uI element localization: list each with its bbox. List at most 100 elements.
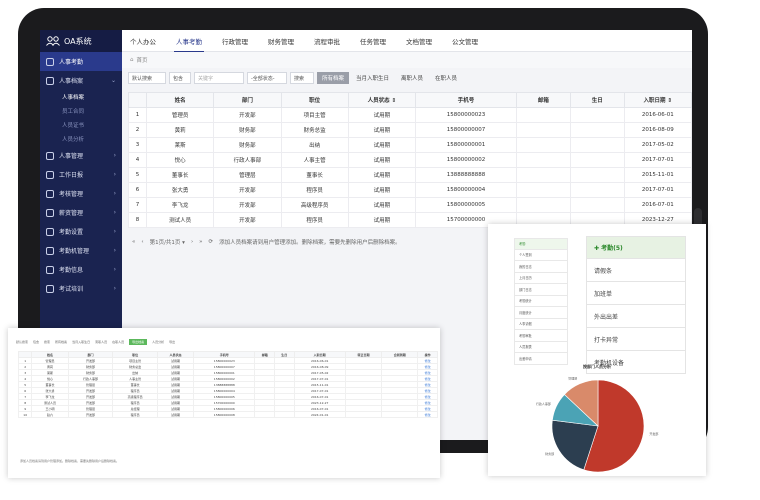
card-a-toolbar-item[interactable]: 离职人员	[95, 340, 107, 344]
column-header[interactable]: 部门	[213, 92, 282, 108]
tab-employed[interactable]: 在职人员	[430, 72, 462, 84]
card-a-toolbar-item[interactable]: 在职人员	[112, 340, 124, 344]
column-header[interactable]: 职位	[280, 92, 349, 108]
table-row[interactable]: 5 董事长 管理层 董事长 试用期 13888888888 2015-11-01	[128, 167, 692, 183]
sidebar-item-label: 考勤设置	[59, 229, 84, 236]
breadcrumb-home[interactable]: 首页	[137, 56, 148, 64]
right-menu-item[interactable]: ✚ 考勤(5)	[586, 236, 686, 259]
stage: OA系统 人事考勤 人事档案 ⌄ 人事档案 员工合同 人员证书 人员分析 人事管理…	[0, 0, 760, 500]
right-menu-item[interactable]: 加班单	[586, 282, 686, 305]
right-menu-item[interactable]: 考勤机设备	[586, 351, 686, 374]
right-menu-item[interactable]: 外出出差	[586, 305, 686, 328]
sidebar-item-hr[interactable]: 人事管理 ›	[40, 146, 122, 165]
column-header[interactable]: 姓名	[145, 92, 215, 108]
sidebar-item-attendance-info[interactable]: 考勤信息 ›	[40, 260, 122, 279]
left-menu-item[interactable]: 个人签到	[514, 249, 568, 261]
sidebar-sub-certificate[interactable]: 人员证书	[40, 118, 122, 132]
refresh-icon[interactable]: ⟳	[209, 239, 214, 245]
last-page-button[interactable]: »	[199, 239, 202, 245]
sidebar-item-exams[interactable]: 考试培训 ›	[40, 279, 122, 298]
sidebar-sub-archive[interactable]: 人事档案	[40, 90, 122, 104]
sidebar-item-label: 人事管理	[59, 153, 84, 160]
sidebar-item-salary[interactable]: 薪资管理 ›	[40, 203, 122, 222]
tab-approval[interactable]: 流程审批	[314, 36, 340, 46]
tab-admin[interactable]: 行政管理	[222, 36, 248, 46]
sidebar-item-daily[interactable]: 工作日报 ›	[40, 165, 122, 184]
sidebar-item-attendance-settings[interactable]: 考勤设置 ›	[40, 222, 122, 241]
card-a-toolbar: 默认搜索 包含 搜索 所有档案 当月入职生日 离职人员 在职人员 导出档案 人员分析 导出	[16, 338, 432, 346]
home-icon[interactable]: ⌂	[130, 57, 134, 63]
card-a-toolbar-item[interactable]: 导出	[169, 340, 175, 344]
left-menu-item[interactable]: 月度统计	[514, 307, 568, 319]
tab-tasks[interactable]: 任务管理	[360, 36, 386, 46]
table-cell: 15800000004	[415, 182, 517, 198]
sidebar-item-attendance[interactable]: 人事考勤	[40, 52, 122, 71]
table-cell	[569, 122, 625, 138]
sidebar-item-review[interactable]: 考核管理 ›	[40, 184, 122, 203]
tab-month-birthday[interactable]: 当月入职生日	[351, 72, 394, 84]
table-row[interactable]: 10 赵六 开发部 程序员 试用期 15800000008 2024-01-01 修改	[17, 411, 438, 418]
sidebar-item-archives[interactable]: 人事档案 ⌄	[40, 71, 122, 90]
tab-resigned[interactable]: 离职人员	[396, 72, 428, 84]
tab-documents[interactable]: 文档管理	[406, 36, 432, 46]
card-a-toolbar-item[interactable]: 人员分析	[152, 340, 164, 344]
column-header[interactable]: 人员状态 ⇕	[347, 92, 417, 108]
right-menu-item[interactable]: 请假条	[586, 259, 686, 282]
card-a-toolbar-item[interactable]: 包含	[33, 340, 39, 344]
left-menu-item[interactable]: 考勤	[514, 238, 568, 250]
top-navigation: 个人办公 人事考勤 行政管理 财务管理 流程审批 任务管理 文档管理 公文管理	[122, 30, 692, 53]
app-brand[interactable]: OA系统	[40, 30, 122, 52]
edit-link[interactable]: 修改	[417, 411, 438, 418]
left-menu-item[interactable]: 人员报表	[514, 341, 568, 353]
sidebar-sub-contract[interactable]: 员工合同	[40, 104, 122, 118]
sidebar-item-label: 工作日报	[59, 172, 84, 179]
table-cell: 试用期	[347, 152, 417, 168]
prev-page-button[interactable]: ‹	[141, 239, 143, 245]
table-row[interactable]: 7 李飞龙 开发部 高级程序员 试用期 15800000005 2016-07-01	[128, 197, 692, 213]
left-menu-item[interactable]: 上月日历	[514, 272, 568, 284]
table-row[interactable]: 4 悦心 行政人事部 人事主管 试用期 15800000002 2017-07-01	[128, 152, 692, 168]
column-header[interactable]	[128, 92, 147, 108]
tab-official[interactable]: 公文管理	[452, 36, 478, 46]
card-a-toolbar-item[interactable]: 当月入职生日	[72, 340, 90, 344]
column-header[interactable]: 手机号	[415, 92, 517, 108]
column-header[interactable]: 入职日期 ⇕	[623, 92, 692, 108]
tab-all-archives[interactable]: 所有档案	[317, 72, 350, 84]
left-menu-item[interactable]: 人事请假	[514, 318, 568, 330]
table-row[interactable]: 3 莱斯 财务部 出纳 试用期 15800000001 2017-05-02	[128, 137, 692, 153]
left-menu-item[interactable]: 考勤审批	[514, 330, 568, 342]
tab-hr-attendance[interactable]: 人事考勤	[174, 36, 204, 53]
search-field-select[interactable]: 默认搜索	[128, 72, 166, 84]
table-cell: 8	[128, 212, 147, 228]
search-button[interactable]: 搜索	[290, 72, 314, 84]
column-header[interactable]: 邮箱	[515, 92, 571, 108]
tab-personal[interactable]: 个人办公	[130, 36, 156, 46]
match-mode-select[interactable]: 包含	[169, 72, 191, 84]
sidebar-item-label: 考勤机管理	[59, 248, 90, 255]
left-menu-item[interactable]: 考勤统计	[514, 295, 568, 307]
keyword-input[interactable]: 关键字	[194, 72, 244, 84]
table-row[interactable]: 2 黄莉 财务部 财务总监 试用期 15800000007 2016-08-09	[128, 122, 692, 138]
card-a-toolbar-item[interactable]: 导出档案	[129, 339, 148, 345]
card-a-toolbar-item[interactable]: 所有档案	[55, 340, 67, 344]
first-page-button[interactable]: «	[132, 239, 135, 245]
table-cell: 高级程序员	[280, 197, 349, 213]
left-menu-item[interactable]: 我的日志	[514, 261, 568, 273]
table-row[interactable]: 6 张大勇 开发部 程序员 试用期 15800000004 2017-07-01	[128, 182, 692, 198]
card-a-toolbar-item[interactable]: 默认搜索	[16, 340, 28, 344]
table-cell	[381, 411, 419, 418]
card-a-toolbar-item[interactable]: 搜索	[44, 340, 50, 344]
table-row[interactable]: 1 管理员 开发部 项目主管 试用期 15800000023 2016-06-01	[128, 107, 692, 123]
table-header-row: 姓名 部门 职位 人员状态 ⇕ 手机号 邮箱 生日 入职日期 ⇕	[128, 92, 692, 108]
left-menu-item[interactable]: 部门日志	[514, 284, 568, 296]
sidebar-item-machines[interactable]: 考勤机管理 ›	[40, 241, 122, 260]
next-page-button[interactable]: ›	[191, 239, 193, 245]
column-header[interactable]: 生日	[569, 92, 625, 108]
right-menu-item[interactable]: 打卡异常	[586, 328, 686, 351]
page-select[interactable]: 第1页/共1页 ▾	[150, 238, 185, 246]
status-select[interactable]: -全部状态-	[247, 72, 287, 84]
left-menu-item[interactable]: 出差申请	[514, 353, 568, 365]
tab-finance[interactable]: 财务管理	[268, 36, 294, 46]
table-cell: 试用期	[347, 137, 417, 153]
sidebar-sub-analysis[interactable]: 人员分析	[40, 132, 122, 146]
